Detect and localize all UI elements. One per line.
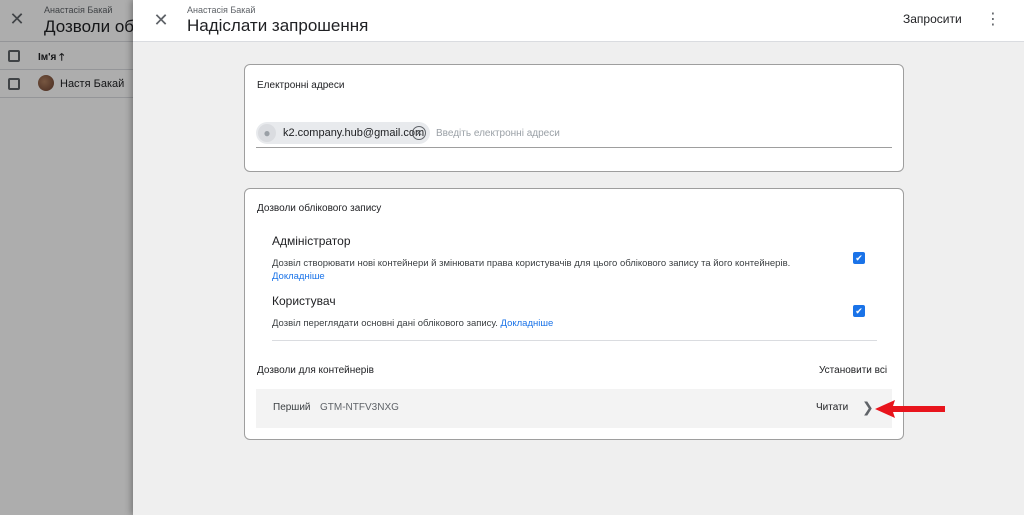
container-row[interactable]: Перший GTM-NTFV3NXG Читати ❯ xyxy=(256,389,892,428)
container-name: Перший xyxy=(273,402,311,413)
role-user: Користувач Дозвіл переглядати основні да… xyxy=(272,294,832,330)
person-icon: ● xyxy=(258,124,276,142)
container-permissions-label: Дозволи для контейнерів xyxy=(257,365,374,376)
invite-dialog: ✕ Анастасія Бакай Надіслати запрошення З… xyxy=(133,0,1024,515)
role-title: Адміністратор xyxy=(272,234,351,248)
remove-chip-icon[interactable]: ✕ xyxy=(412,126,426,140)
role-description: Дозвіл переглядати основні дані обліково… xyxy=(272,318,554,329)
dialog-header: ✕ Анастасія Бакай Надіслати запрошення З… xyxy=(133,0,1024,42)
user-checkbox[interactable]: ✔ xyxy=(853,305,865,317)
role-description: Дозвіл створювати нові контейнери й змін… xyxy=(272,258,791,282)
dialog-title: Надіслати запрошення xyxy=(187,16,369,35)
container-access-level: Читати xyxy=(816,402,849,413)
more-vert-icon[interactable]: ⋮ xyxy=(985,10,1001,30)
container-id: GTM-NTFV3NXG xyxy=(320,402,399,413)
set-all-button[interactable]: Установити всі xyxy=(819,365,887,376)
email-input[interactable] xyxy=(436,126,876,140)
annotation-arrow-icon xyxy=(875,400,945,418)
email-field[interactable]: ● k2.company.hub@gmail.com ✕ xyxy=(256,120,892,148)
learn-more-link[interactable]: Докладніше xyxy=(501,318,554,329)
close-icon[interactable]: ✕ xyxy=(151,10,171,30)
role-title: Користувач xyxy=(272,294,336,308)
dialog-account-name: Анастасія Бакай xyxy=(187,5,256,15)
email-addresses-card: Електронні адреси ● k2.company.hub@gmail… xyxy=(244,64,904,172)
divider xyxy=(272,340,877,341)
email-addresses-label: Електронні адреси xyxy=(257,80,345,91)
email-chip[interactable]: ● k2.company.hub@gmail.com ✕ xyxy=(256,122,430,144)
account-permissions-label: Дозволи облікового запису xyxy=(257,203,382,214)
role-administrator: Адміністратор Дозвіл створювати нові кон… xyxy=(272,234,832,283)
email-chip-text: k2.company.hub@gmail.com xyxy=(283,127,425,139)
administrator-checkbox[interactable]: ✔ xyxy=(853,252,865,264)
account-permissions-card: Дозволи облікового запису Адміністратор … xyxy=(244,188,904,440)
chevron-right-icon[interactable]: ❯ xyxy=(862,399,874,416)
learn-more-link[interactable]: Докладніше xyxy=(272,271,325,282)
invite-button[interactable]: Запросити xyxy=(903,12,962,26)
